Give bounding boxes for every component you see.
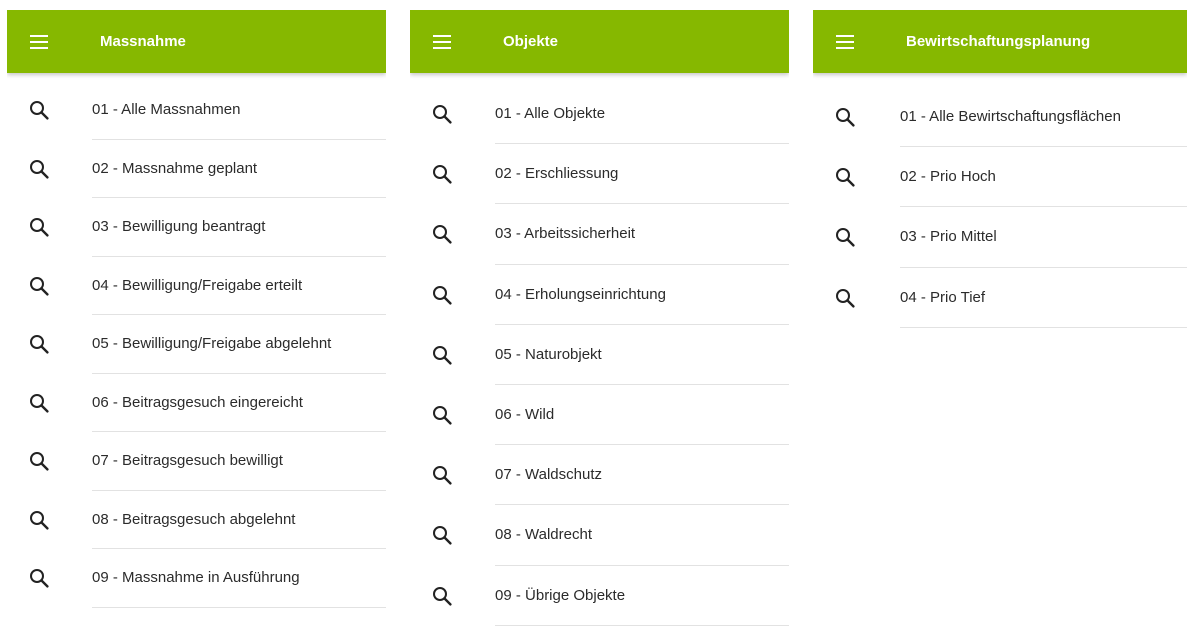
list-item[interactable]: 03 - Prio Mittel (813, 207, 1187, 268)
list-item-label: 03 - Prio Mittel (900, 207, 1187, 268)
list-item-label: 09 - Übrige Objekte (495, 566, 789, 626)
search-icon (813, 207, 900, 267)
panel-title: Massnahme (100, 33, 186, 50)
search-icon (410, 505, 495, 565)
list-item[interactable]: 09 - Übrige Objekte (410, 566, 789, 626)
search-icon (410, 385, 495, 445)
list-item-label: 02 - Massnahme geplant (92, 140, 386, 198)
search-icon (813, 268, 900, 328)
search-icon (7, 432, 92, 491)
list-item[interactable]: 04 - Bewilligung/Freigabe erteilt (7, 257, 386, 316)
search-icon (7, 140, 92, 199)
list-item[interactable]: 05 - Naturobjekt (410, 325, 789, 385)
filter-list: 01 - Alle Massnahmen 02 - Massnahme gepl… (7, 73, 386, 608)
list-item-label: 02 - Erschliessung (495, 144, 789, 205)
search-icon (7, 549, 92, 608)
list-item-label: 07 - Waldschutz (495, 445, 789, 506)
list-item[interactable]: 03 - Bewilligung beantragt (7, 198, 386, 257)
hamburger-menu-icon (836, 34, 854, 49)
search-icon (7, 491, 92, 550)
hamburger-menu-icon (433, 34, 451, 49)
list-item[interactable]: 06 - Wild (410, 385, 789, 446)
list-item[interactable]: 02 - Erschliessung (410, 144, 789, 205)
panel-header: Bewirtschaftungsplanung (813, 10, 1187, 73)
menu-button[interactable] (410, 10, 474, 73)
list-item[interactable]: 01 - Alle Massnahmen (7, 81, 386, 140)
list-item[interactable]: 08 - Beitragsgesuch abgelehnt (7, 491, 386, 550)
list-item-label: 08 - Beitragsgesuch abgelehnt (92, 491, 386, 549)
panel-objekte: Objekte 01 - Alle Objekte 02 - Erschlies… (410, 10, 789, 630)
list-item-label: 06 - Beitragsgesuch eingereicht (92, 374, 386, 432)
search-icon (7, 81, 92, 140)
panel-bewirtschaftungsplanung: Bewirtschaftungsplanung 01 - Alle Bewirt… (813, 10, 1187, 630)
list-item-label: 01 - Alle Massnahmen (92, 81, 386, 140)
search-icon (813, 147, 900, 207)
list-item-label: 08 - Waldrecht (495, 505, 789, 566)
filter-list: 01 - Alle Objekte 02 - Erschliessung 03 … (410, 73, 789, 626)
list-item[interactable]: 04 - Erholungseinrichtung (410, 265, 789, 325)
list-item[interactable]: 06 - Beitragsgesuch eingereicht (7, 374, 386, 433)
panel-title: Bewirtschaftungsplanung (906, 33, 1091, 50)
search-icon (7, 198, 92, 257)
list-item[interactable]: 08 - Waldrecht (410, 505, 789, 566)
search-icon (7, 257, 92, 316)
list-item-label: 06 - Wild (495, 385, 789, 446)
search-icon (813, 87, 900, 147)
search-icon (410, 84, 495, 144)
list-item-label: 03 - Arbeitssicherheit (495, 204, 789, 265)
list-item-label: 07 - Beitragsgesuch bewilligt (92, 432, 386, 491)
search-icon (410, 325, 495, 385)
search-icon (410, 265, 495, 325)
filter-list: 01 - Alle Bewirtschaftungsflächen 02 - P… (813, 73, 1187, 328)
list-item-label: 02 - Prio Hoch (900, 147, 1187, 208)
panel-header: Massnahme (7, 10, 386, 73)
list-item[interactable]: 01 - Alle Bewirtschaftungsflächen (813, 87, 1187, 148)
list-item[interactable]: 04 - Prio Tief (813, 268, 1187, 328)
search-icon (410, 204, 495, 264)
panel-massnahme: Massnahme 01 - Alle Massnahmen 02 - Mass… (7, 10, 386, 630)
list-item[interactable]: 02 - Massnahme geplant (7, 140, 386, 199)
search-icon (7, 315, 92, 374)
hamburger-menu-icon (30, 34, 48, 49)
panel-title: Objekte (503, 33, 559, 50)
list-item-label: 01 - Alle Bewirtschaftungsflächen (900, 87, 1187, 148)
search-icon (410, 566, 495, 626)
list-item-label: 09 - Massnahme in Ausführung (92, 549, 386, 608)
list-item-label: 05 - Bewilligung/Freigabe abgelehnt (92, 315, 386, 374)
list-item-label: 04 - Bewilligung/Freigabe erteilt (92, 257, 386, 315)
list-item[interactable]: 03 - Arbeitssicherheit (410, 204, 789, 265)
search-icon (7, 374, 92, 433)
list-item-label: 01 - Alle Objekte (495, 84, 789, 145)
search-icon (410, 445, 495, 505)
list-item[interactable]: 01 - Alle Objekte (410, 84, 789, 145)
list-item[interactable]: 09 - Massnahme in Ausführung (7, 549, 386, 608)
list-item[interactable]: 02 - Prio Hoch (813, 147, 1187, 208)
list-item-label: 05 - Naturobjekt (495, 325, 789, 385)
menu-button[interactable] (813, 10, 877, 73)
panel-header: Objekte (410, 10, 789, 73)
list-item-label: 04 - Prio Tief (900, 268, 1187, 328)
list-item-label: 03 - Bewilligung beantragt (92, 198, 386, 257)
menu-button[interactable] (7, 10, 71, 73)
list-item-label: 04 - Erholungseinrichtung (495, 265, 789, 325)
list-item[interactable]: 05 - Bewilligung/Freigabe abgelehnt (7, 315, 386, 374)
search-icon (410, 144, 495, 204)
list-item[interactable]: 07 - Beitragsgesuch bewilligt (7, 432, 386, 491)
list-item[interactable]: 07 - Waldschutz (410, 445, 789, 506)
